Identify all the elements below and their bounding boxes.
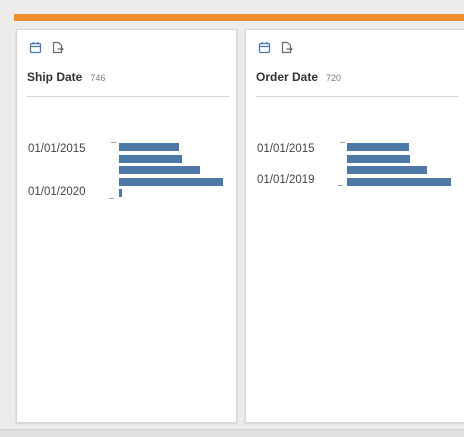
profile-card-order-date[interactable]: Order Date 720 01/01/2015 01/01/2019 <box>245 29 464 423</box>
calendar-icon[interactable] <box>29 41 42 54</box>
histogram-bar[interactable] <box>347 166 427 174</box>
axis-tick-label-bottom: 01/01/2020 <box>28 186 86 198</box>
histogram-bar[interactable] <box>119 166 200 174</box>
distinct-count: 720 <box>326 73 342 83</box>
axis-tick-mark <box>338 185 343 186</box>
histogram-bar[interactable] <box>119 177 223 186</box>
histogram-bar[interactable] <box>119 154 182 163</box>
card-icons <box>29 41 64 54</box>
histogram-bar[interactable] <box>347 177 451 186</box>
card-header: Order Date 720 <box>256 70 341 84</box>
header-divider <box>27 96 229 97</box>
histogram-bar[interactable] <box>119 189 122 197</box>
axis-tick-label-bottom: 01/01/2019 <box>257 174 315 186</box>
field-name[interactable]: Order Date <box>256 70 318 84</box>
histogram-bar[interactable] <box>347 154 410 163</box>
axis-tick-label-top: 01/01/2015 <box>257 143 315 155</box>
histogram-bar[interactable] <box>119 143 179 151</box>
header-divider <box>256 96 458 97</box>
step-accent-bar <box>14 14 464 21</box>
field-name[interactable]: Ship Date <box>27 70 82 84</box>
axis-tick-mark <box>111 142 116 143</box>
axis-tick-mark <box>340 142 345 143</box>
calendar-icon[interactable] <box>258 41 271 54</box>
axis-tick-mark <box>109 198 114 199</box>
histogram-bar[interactable] <box>347 143 409 151</box>
profile-pane: Ship Date 746 01/01/2015 01/01/2020 Orde… <box>0 0 464 437</box>
card-header: Ship Date 746 <box>27 70 105 84</box>
card-icons <box>258 41 293 54</box>
bottom-scroll-strip[interactable] <box>0 429 464 437</box>
profile-card-ship-date[interactable]: Ship Date 746 01/01/2015 01/01/2020 <box>16 29 237 423</box>
field-options-icon[interactable] <box>51 41 64 54</box>
axis-tick-label-top: 01/01/2015 <box>28 143 86 155</box>
distinct-count: 746 <box>90 73 106 83</box>
field-options-icon[interactable] <box>280 41 293 54</box>
